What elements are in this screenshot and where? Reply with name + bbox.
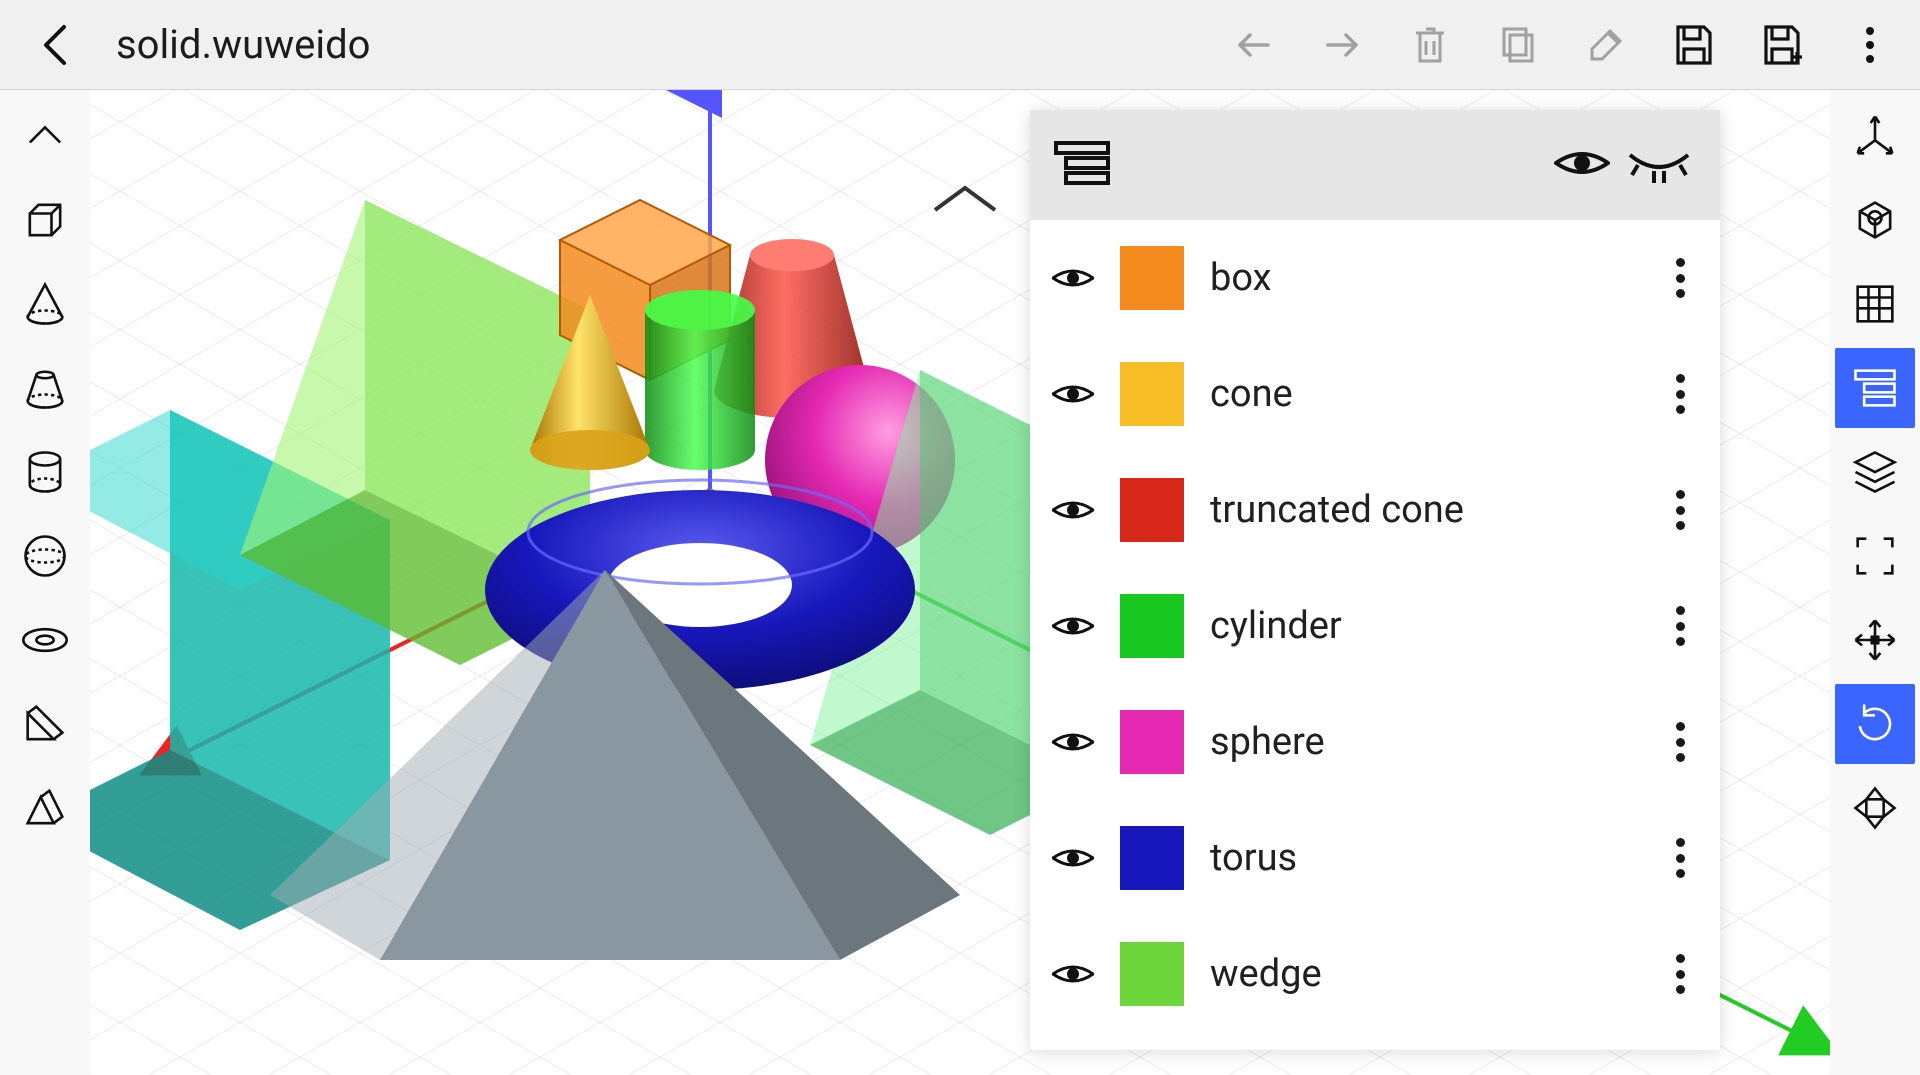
right-toolbar	[1830, 90, 1920, 1075]
object-list-icon	[1054, 141, 1110, 189]
shape-cone-button[interactable]	[5, 264, 85, 344]
shape-cylinder-button[interactable]	[5, 432, 85, 512]
object-label: cylinder	[1210, 604, 1640, 648]
undo-button[interactable]	[1212, 5, 1296, 85]
object-row[interactable]: torus	[1030, 800, 1720, 916]
shape-truncated-cone-button[interactable]	[5, 348, 85, 428]
color-swatch	[1120, 362, 1184, 426]
left-toolbar	[0, 90, 90, 1075]
shape-sphere-button[interactable]	[5, 516, 85, 596]
color-swatch	[1120, 942, 1184, 1006]
edit-button[interactable]	[1564, 5, 1648, 85]
collapse-left-button[interactable]	[5, 96, 85, 176]
shape-torus-button[interactable]	[5, 600, 85, 680]
object-label: sphere	[1210, 720, 1640, 764]
back-button[interactable]	[14, 5, 98, 85]
shape-box-button[interactable]	[5, 180, 85, 260]
object-list-toggle-button[interactable]	[1835, 348, 1915, 428]
layers-button[interactable]	[1835, 432, 1915, 512]
eye-icon[interactable]	[1052, 605, 1094, 647]
eye-icon[interactable]	[1052, 373, 1094, 415]
eye-icon[interactable]	[1052, 489, 1094, 531]
fullscreen-button[interactable]	[1835, 516, 1915, 596]
row-menu-button[interactable]	[1666, 252, 1694, 304]
row-menu-button[interactable]	[1666, 368, 1694, 420]
object-label: truncated cone	[1210, 488, 1640, 532]
color-swatch	[1120, 710, 1184, 774]
object-row[interactable]: sphere	[1030, 684, 1720, 800]
row-menu-button[interactable]	[1666, 716, 1694, 768]
color-swatch	[1120, 478, 1184, 542]
delete-button[interactable]	[1388, 5, 1472, 85]
object-list: box cone truncated cone cylinder sphere torus…	[1030, 220, 1720, 1050]
move-tool-button[interactable]	[1835, 600, 1915, 680]
file-title: solid.wuweido	[116, 21, 371, 68]
row-menu-button[interactable]	[1666, 948, 1694, 1000]
shape-wedge1-button[interactable]	[5, 684, 85, 764]
object-label: wedge	[1210, 952, 1640, 996]
eye-icon[interactable]	[1052, 837, 1094, 879]
row-menu-button[interactable]	[1666, 832, 1694, 884]
viewport-3d[interactable]: box cone truncated cone cylinder sphere torus…	[90, 90, 1830, 1075]
object-list-panel: box cone truncated cone cylinder sphere torus…	[1030, 110, 1720, 1050]
save-as-button[interactable]	[1740, 5, 1824, 85]
object-list-header	[1030, 110, 1720, 220]
object-row[interactable]: wedge	[1030, 916, 1720, 1032]
grid-toggle-button[interactable]	[1835, 264, 1915, 344]
object-label: torus	[1210, 836, 1640, 880]
axes-toggle-button[interactable]	[1835, 96, 1915, 176]
color-swatch	[1120, 246, 1184, 310]
object-label: cone	[1210, 372, 1640, 416]
redo-button[interactable]	[1300, 5, 1384, 85]
eye-icon[interactable]	[1052, 257, 1094, 299]
eye-icon[interactable]	[1052, 721, 1094, 763]
more-button[interactable]	[1828, 5, 1912, 85]
hide-all-button[interactable]	[1626, 143, 1692, 187]
show-all-button[interactable]	[1554, 143, 1610, 187]
save-button[interactable]	[1652, 5, 1736, 85]
color-swatch	[1120, 826, 1184, 890]
shape-wedge2-button[interactable]	[5, 768, 85, 848]
object-row[interactable]: box	[1030, 220, 1720, 336]
collapse-top-icon[interactable]	[935, 188, 995, 210]
scale-tool-button[interactable]	[1835, 768, 1915, 848]
object-row[interactable]: cone	[1030, 336, 1720, 452]
focus-button[interactable]	[1835, 180, 1915, 260]
rotate-tool-button[interactable]	[1835, 684, 1915, 764]
object-label: box	[1210, 256, 1640, 300]
shape-cylinder	[645, 290, 755, 470]
row-menu-button[interactable]	[1666, 484, 1694, 536]
copy-button[interactable]	[1476, 5, 1560, 85]
main-area: box cone truncated cone cylinder sphere torus…	[0, 90, 1920, 1075]
eye-icon[interactable]	[1052, 953, 1094, 995]
color-swatch	[1120, 594, 1184, 658]
topbar: solid.wuweido	[0, 0, 1920, 90]
object-row[interactable]: truncated cone	[1030, 452, 1720, 568]
row-menu-button[interactable]	[1666, 600, 1694, 652]
object-row[interactable]: cylinder	[1030, 568, 1720, 684]
